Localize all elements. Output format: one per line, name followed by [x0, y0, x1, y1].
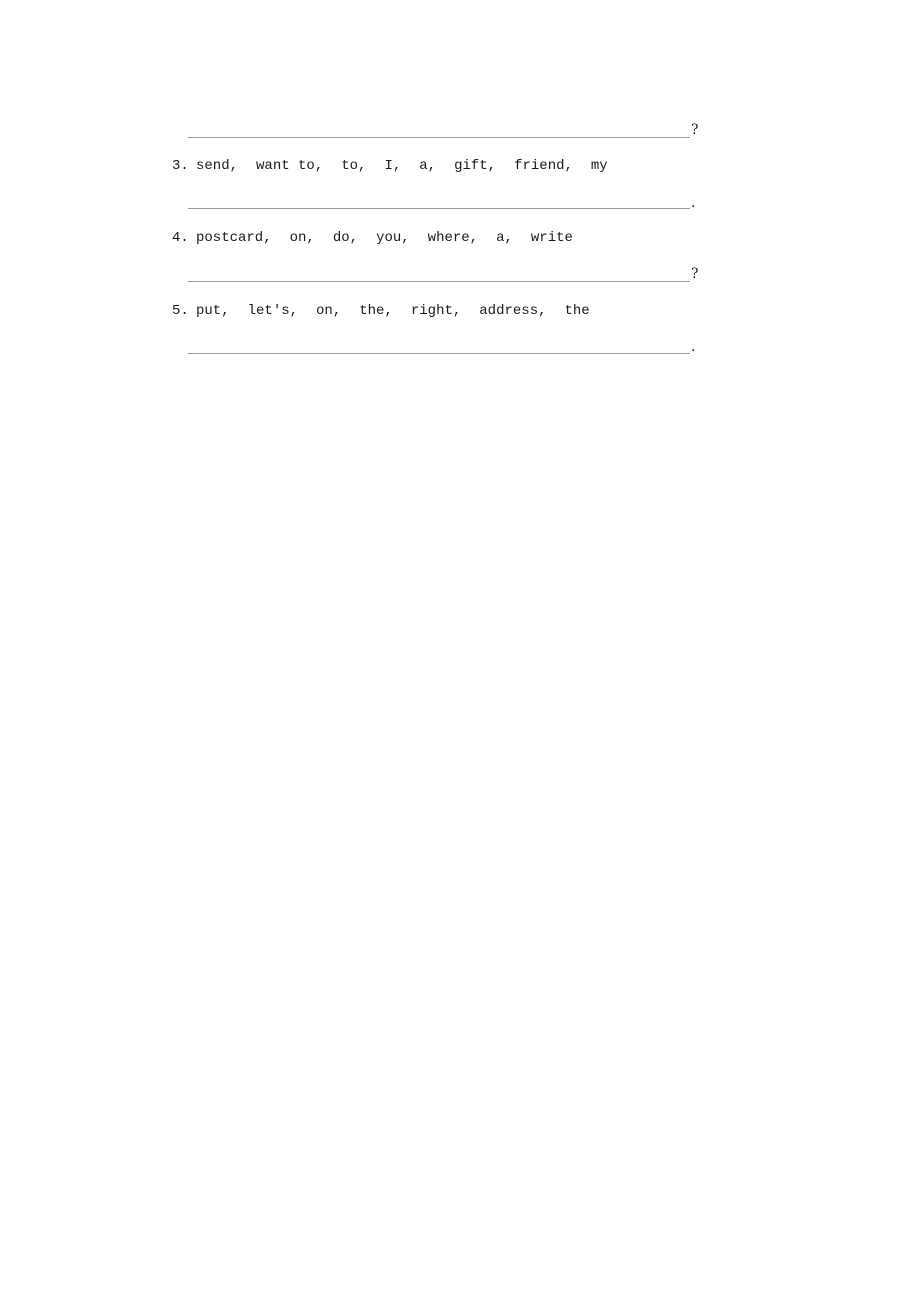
word: the, [359, 303, 393, 319]
question-5: 5. put, let's, on, the, right, address, the [172, 303, 608, 319]
word: let's, [247, 303, 299, 319]
answer-line-4[interactable] [188, 281, 690, 282]
word: postcard, [196, 230, 272, 246]
word: send, [196, 158, 239, 174]
question-4: 4. postcard, on, do, you, where, a, write [172, 230, 591, 246]
word: a, [496, 230, 513, 246]
word: on, [289, 230, 315, 246]
word: to, [341, 158, 367, 174]
word: want to, [256, 158, 324, 174]
answer-line-prev[interactable] [188, 137, 690, 138]
word: gift, [454, 158, 497, 174]
word: friend, [514, 158, 573, 174]
question-number: 4. [172, 230, 189, 246]
question-3: 3. send, want to, to, I, a, gift, friend, my [172, 158, 626, 174]
answer-end-punct-4: ? [691, 266, 699, 282]
answer-line-3[interactable] [188, 208, 690, 209]
word: a, [419, 158, 437, 174]
word: my [590, 158, 608, 174]
answer-end-punct-3: . [691, 195, 696, 211]
word: I, [384, 158, 402, 174]
word: put, [196, 303, 230, 319]
word: the [564, 303, 590, 319]
answer-end-punct-prev: ? [691, 122, 699, 138]
question-number: 3. [172, 158, 189, 174]
word: do, [332, 230, 359, 246]
question-number: 5. [172, 303, 189, 319]
answer-line-5[interactable] [188, 353, 690, 354]
word: on, [316, 303, 342, 319]
word: right, [410, 303, 462, 319]
answer-end-punct-5: . [691, 339, 696, 355]
word: address, [479, 303, 547, 319]
worksheet-page: ? 3. send, want to, to, I, a, gift, friend, my .… [0, 0, 920, 1302]
word: you, [376, 230, 410, 246]
word: write [530, 230, 573, 246]
word: where, [427, 230, 479, 246]
